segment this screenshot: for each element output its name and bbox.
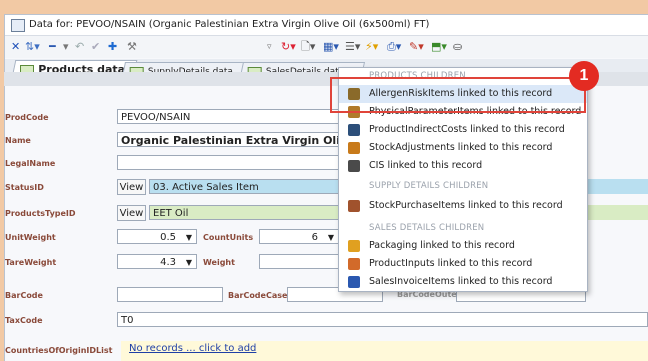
productstypeid-field[interactable]: EET Oil (149, 205, 339, 220)
invoice-icon (348, 276, 360, 288)
check-icon[interactable]: ✔ (91, 39, 100, 55)
menu-header-supply: SUPPLY DETAILS CHILDREN (369, 181, 489, 191)
table-icon (11, 19, 25, 32)
countries-list: No records ... click to add (121, 341, 648, 361)
report-icon[interactable]: ✎▾ (409, 39, 424, 55)
tareweight-label: TareWeight (5, 258, 57, 267)
countries-label: CountriesOfOriginIDList (5, 346, 113, 355)
statusid-field-ext (586, 179, 648, 194)
step-badge: 1 (569, 61, 599, 91)
print-icon[interactable]: ⎙▾ (387, 39, 401, 55)
unitweight-label: UnitWeight (5, 233, 56, 242)
sort-icon[interactable]: ⇅▾ (25, 39, 40, 55)
countunits-value: 6 (311, 232, 318, 243)
package-icon (348, 240, 360, 252)
prodcode-field[interactable]: PEVOO/NSAIN (117, 109, 357, 124)
close-icon[interactable]: ✕ (11, 39, 20, 55)
status-view-button[interactable]: View (117, 179, 146, 195)
productstypeid-field-ext (586, 205, 648, 220)
document-icon[interactable]: 🗋▾ (301, 39, 315, 55)
countunits-label: CountUnits (203, 233, 254, 242)
unitweight-field[interactable]: 0.5 ▼ (117, 229, 197, 244)
menu-item-label: StockPurchaseItems linked to this record (369, 200, 563, 211)
dropdown-arrow-icon[interactable]: ▾ (63, 39, 69, 55)
title-bar: Data for: PEVOO/NSAIN (Organic Palestini… (5, 15, 648, 36)
menu-item-label: ProductIndirectCosts linked to this reco… (369, 124, 565, 135)
tareweight-value: 4.3 (160, 257, 176, 268)
menu-item-productindirectcosts[interactable]: ProductIndirectCosts linked to this reco… (339, 121, 587, 139)
add-icon[interactable]: ✚ (108, 39, 117, 55)
no-records-link[interactable]: No records ... click to add (129, 343, 256, 354)
menu-item-label: SalesInvoiceItems linked to this record (369, 276, 553, 287)
menu-item-label: Packaging linked to this record (369, 240, 515, 251)
taxcode-field[interactable]: T0 (117, 312, 648, 327)
remove-icon[interactable]: ━ (49, 39, 56, 55)
menu-item-salesinvoiceitems[interactable]: SalesInvoiceItems linked to this record (339, 273, 587, 291)
name-label: Name (5, 136, 31, 145)
binoculars-icon (348, 160, 360, 172)
weight-field[interactable] (259, 254, 339, 269)
countunits-field[interactable]: 6 ▼ (259, 229, 339, 244)
binoculars-icon[interactable]: ⛀ (453, 39, 462, 55)
statusid-label: StatusID (5, 183, 44, 192)
grid-icon[interactable]: ▦▾ (323, 39, 339, 55)
weight-label: Weight (203, 258, 235, 267)
menu-item-packaging[interactable]: Packaging linked to this record (339, 237, 587, 255)
menu-item-label: CIS linked to this record (369, 160, 483, 171)
menu-item-productinputs[interactable]: ProductInputs linked to this record (339, 255, 587, 273)
undo-icon[interactable]: ↶ (75, 39, 84, 55)
window-title: Data for: PEVOO/NSAIN (Organic Palestini… (29, 19, 430, 30)
wrench-icon[interactable]: ⚒ (127, 39, 137, 55)
toolbar: ✕ ⇅▾ ━ ▾ ↶ ✔ ✚ ⚒ ▿ ↻▾ 🗋▾ ▦▾ ☰▾ ⚡▾ ⎙▾ ✎▾ … (5, 36, 648, 58)
chevron-down-icon[interactable]: ▿ (267, 39, 272, 55)
adjust-icon (348, 142, 360, 154)
list-icon[interactable]: ☰▾ (345, 39, 360, 55)
menu-item-label: ProductInputs linked to this record (369, 258, 533, 269)
prodcode-label: ProdCode (5, 113, 49, 122)
refresh-icon[interactable]: ↻▾ (281, 39, 296, 55)
inputs-icon (348, 258, 360, 270)
chevron-down-icon[interactable]: ▼ (328, 230, 334, 243)
menu-item-label: StockAdjustments linked to this record (369, 142, 553, 153)
export-icon[interactable]: ⬒▾ (431, 39, 447, 55)
tareweight-field[interactable]: 4.3 ▼ (117, 254, 197, 269)
name-field[interactable]: Organic Palestinian Extra Virgin Olive O… (117, 132, 339, 147)
barcode-field[interactable] (117, 287, 223, 302)
productstypeid-label: ProductsTypeID (5, 209, 76, 218)
menu-item-cis[interactable]: CIS linked to this record (339, 157, 587, 175)
taxcode-label: TaxCode (5, 316, 43, 325)
lightning-icon[interactable]: ⚡▾ (365, 39, 378, 55)
chevron-down-icon[interactable]: ▼ (186, 255, 192, 268)
calculator-icon (348, 124, 360, 136)
menu-item-stockpurchaseitems[interactable]: StockPurchaseItems linked to this record (339, 197, 587, 215)
menu-header-sales: SALES DETAILS CHILDREN (369, 223, 485, 233)
chevron-down-icon[interactable]: ▼ (186, 230, 192, 243)
legalname-field[interactable] (117, 155, 339, 170)
box-icon (348, 200, 360, 212)
type-view-button[interactable]: View (117, 205, 146, 221)
legalname-label: LegalName (5, 159, 56, 168)
barcode-label: BarCode (5, 291, 43, 300)
barcodecase-label: BarCodeCase (228, 291, 288, 300)
unitweight-value: 0.5 (160, 232, 176, 243)
menu-item-stockadjustments[interactable]: StockAdjustments linked to this record (339, 139, 587, 157)
highlight-box (330, 77, 586, 113)
statusid-field[interactable]: 03. Active Sales Item (149, 179, 339, 194)
